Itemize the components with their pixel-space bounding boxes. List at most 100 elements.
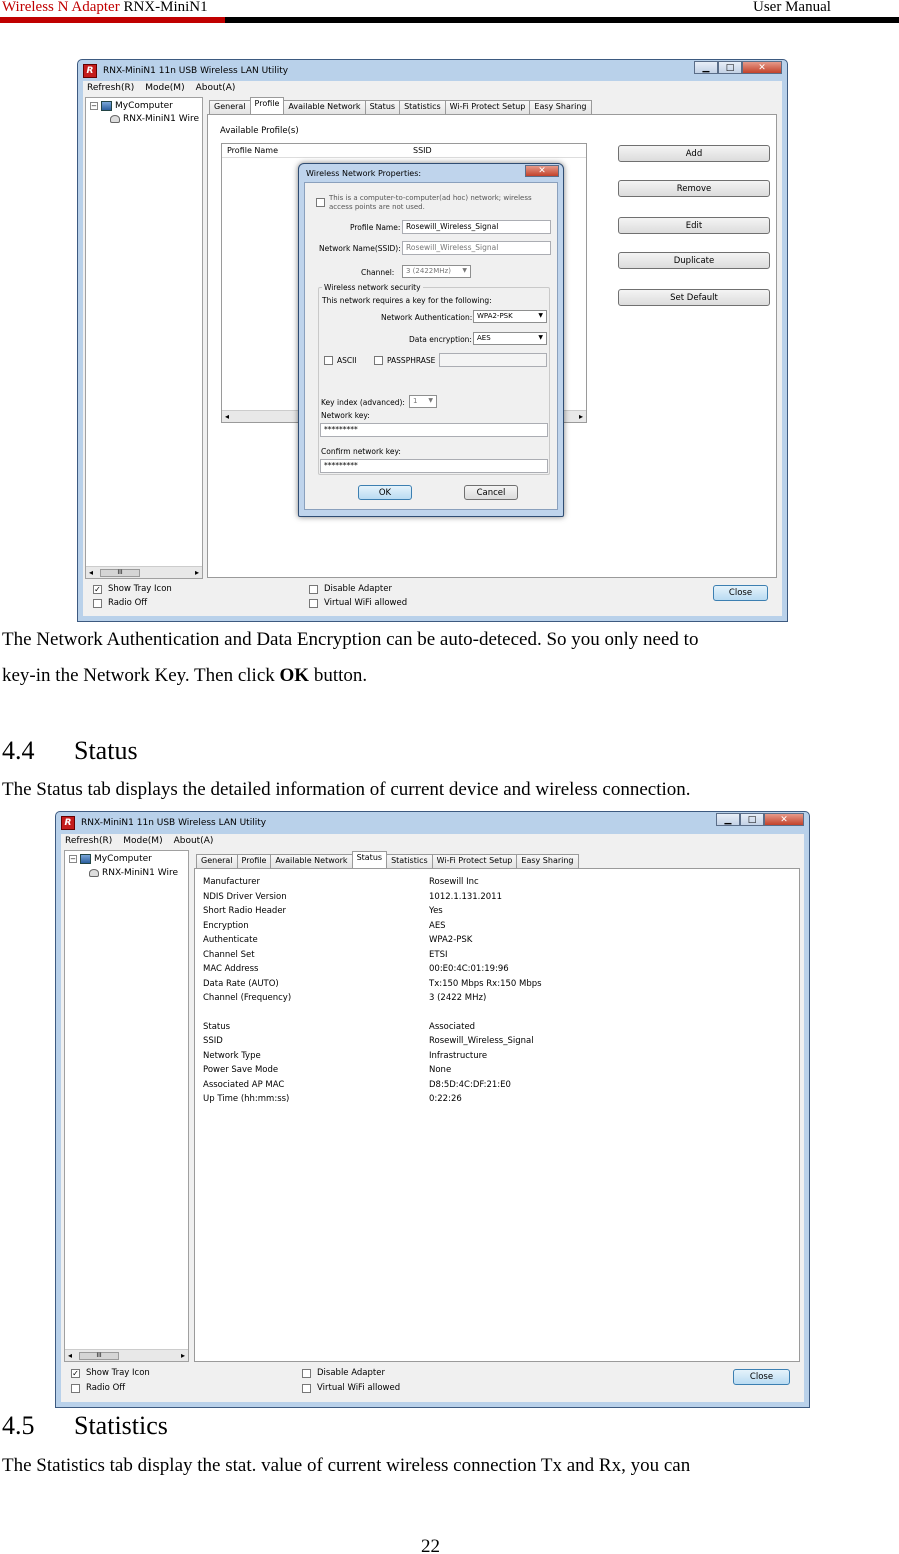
scroll-right-icon[interactable]: ▸ bbox=[181, 1351, 185, 1360]
menu-refresh[interactable]: Refresh(R) bbox=[65, 836, 112, 846]
enc-select[interactable]: AES ▼ bbox=[473, 332, 547, 345]
menu-about[interactable]: About(A) bbox=[174, 836, 214, 846]
disable-adapter-option[interactable]: Disable Adapter bbox=[302, 1368, 385, 1378]
tab-profile[interactable]: Profile bbox=[249, 97, 285, 114]
status-field-label: Associated AP MAC bbox=[203, 1079, 285, 1090]
virtual-wifi-option[interactable]: Virtual WiFi allowed bbox=[309, 598, 407, 608]
app-logo-icon: R bbox=[83, 64, 97, 78]
tab-status[interactable]: Status bbox=[351, 851, 388, 868]
col-profile-name[interactable]: Profile Name bbox=[227, 146, 278, 155]
network-name-input[interactable]: Rosewill_Wireless_Signal bbox=[402, 241, 551, 255]
tab-profile[interactable]: Profile bbox=[236, 854, 272, 868]
remove-button[interactable]: Remove bbox=[618, 180, 770, 197]
duplicate-button[interactable]: Duplicate bbox=[618, 252, 770, 269]
window-titlebar[interactable]: R RNX-MiniN1 11n USB Wireless LAN Utilit… bbox=[83, 62, 288, 80]
show-tray-icon-label: Show Tray Icon bbox=[86, 1368, 150, 1378]
close-window-button[interactable]: ✕ bbox=[742, 61, 782, 74]
ok-button[interactable]: OK bbox=[358, 485, 412, 500]
tab-general[interactable]: General bbox=[196, 854, 238, 868]
tab-statistics[interactable]: Statistics bbox=[399, 100, 446, 114]
minimize-button[interactable]: ▁ bbox=[716, 813, 740, 826]
window-titlebar[interactable]: R RNX-MiniN1 11n USB Wireless LAN Utilit… bbox=[61, 814, 266, 832]
close-button[interactable]: Close bbox=[713, 585, 768, 601]
tab-available-network[interactable]: Available Network bbox=[270, 854, 353, 868]
tab-status[interactable]: Status bbox=[364, 100, 401, 114]
scroll-right-icon[interactable]: ▸ bbox=[579, 412, 583, 421]
auth-label: Network Authentication: bbox=[381, 313, 473, 322]
checkbox[interactable] bbox=[302, 1383, 311, 1393]
window-title: RNX-MiniN1 11n USB Wireless LAN Utility bbox=[81, 818, 267, 828]
scroll-left-icon[interactable]: ◂ bbox=[89, 568, 93, 577]
tab-available-network[interactable]: Available Network bbox=[283, 100, 366, 114]
adhoc-checkbox[interactable] bbox=[316, 198, 325, 207]
status-field-label: Encryption bbox=[203, 920, 249, 931]
key-index-select[interactable]: 1 ▼ bbox=[409, 395, 437, 408]
channel-select[interactable]: 3 (2422MHz) ▼ bbox=[402, 265, 471, 278]
auth-value: WPA2-PSK bbox=[477, 312, 513, 320]
edit-button[interactable]: Edit bbox=[618, 217, 770, 234]
collapse-icon[interactable]: − bbox=[90, 102, 98, 110]
tab-wps[interactable]: Wi-Fi Protect Setup bbox=[431, 854, 518, 868]
radio-off-option[interactable]: Radio Off bbox=[93, 598, 147, 608]
checkbox[interactable] bbox=[309, 584, 318, 594]
add-button[interactable]: Add bbox=[618, 145, 770, 162]
profile-name-input[interactable]: Rosewill_Wireless_Signal bbox=[402, 220, 551, 234]
passphrase-input[interactable] bbox=[439, 353, 547, 367]
scroll-thumb[interactable]: III bbox=[100, 569, 140, 577]
scroll-right-icon[interactable]: ▸ bbox=[195, 568, 199, 577]
checkbox[interactable] bbox=[93, 598, 102, 608]
minimize-button[interactable]: ▁ bbox=[694, 61, 718, 74]
passphrase-checkbox[interactable] bbox=[374, 356, 383, 365]
auth-select[interactable]: WPA2-PSK ▼ bbox=[473, 310, 547, 323]
show-tray-icon-option[interactable]: ✓ Show Tray Icon bbox=[93, 584, 172, 594]
tree-hscrollbar[interactable]: ◂ III ▸ bbox=[86, 566, 202, 578]
maximize-button[interactable]: □ bbox=[718, 61, 742, 74]
tab-wps[interactable]: Wi-Fi Protect Setup bbox=[444, 100, 531, 114]
confirm-key-input[interactable]: ********* bbox=[320, 459, 548, 473]
tab-easy-sharing[interactable]: Easy Sharing bbox=[516, 854, 579, 868]
checkbox[interactable] bbox=[309, 598, 318, 608]
tree-hscrollbar[interactable]: ◂ III ▸ bbox=[65, 1349, 188, 1361]
header-product: Wireless N Adapter bbox=[2, 0, 120, 15]
tree-item-adapter[interactable]: RNX-MiniN1 Wire bbox=[110, 114, 199, 124]
checkbox[interactable] bbox=[71, 1383, 80, 1393]
maximize-button[interactable]: □ bbox=[740, 813, 764, 826]
menu-about[interactable]: About(A) bbox=[196, 83, 236, 93]
set-default-button[interactable]: Set Default bbox=[618, 289, 770, 306]
checkbox-checked[interactable]: ✓ bbox=[71, 1368, 80, 1378]
col-ssid[interactable]: SSID bbox=[413, 146, 432, 155]
collapse-icon[interactable]: − bbox=[69, 855, 77, 863]
status-field-value: Tx:150 Mbps Rx:150 Mbps bbox=[429, 978, 542, 989]
scroll-left-icon[interactable]: ◂ bbox=[68, 1351, 72, 1360]
menu-mode[interactable]: Mode(M) bbox=[123, 836, 162, 846]
tree-root-label: MyComputer bbox=[94, 854, 152, 864]
scroll-thumb[interactable]: III bbox=[79, 1352, 119, 1360]
tree-item-mycomputer[interactable]: − MyComputer bbox=[90, 101, 173, 111]
cancel-button[interactable]: Cancel bbox=[464, 485, 518, 500]
dialog-close-button[interactable]: ✕ bbox=[525, 165, 559, 177]
tab-easy-sharing[interactable]: Easy Sharing bbox=[529, 100, 592, 114]
header-rule-accent bbox=[0, 17, 225, 23]
status-field-label: NDIS Driver Version bbox=[203, 891, 287, 902]
scroll-left-icon[interactable]: ◂ bbox=[225, 412, 229, 421]
network-key-input[interactable]: ********* bbox=[320, 423, 548, 437]
virtual-wifi-option[interactable]: Virtual WiFi allowed bbox=[302, 1383, 400, 1393]
tab-statistics[interactable]: Statistics bbox=[386, 854, 433, 868]
close-button[interactable]: Close bbox=[733, 1369, 790, 1385]
show-tray-icon-option[interactable]: ✓ Show Tray Icon bbox=[71, 1368, 150, 1378]
menu-mode[interactable]: Mode(M) bbox=[145, 83, 184, 93]
disable-adapter-option[interactable]: Disable Adapter bbox=[309, 584, 392, 594]
tree-item-adapter[interactable]: RNX-MiniN1 Wire bbox=[89, 868, 178, 878]
section-number: 4.5 bbox=[2, 1411, 35, 1440]
radio-off-option[interactable]: Radio Off bbox=[71, 1383, 125, 1393]
checkbox[interactable] bbox=[302, 1368, 311, 1378]
tab-general[interactable]: General bbox=[209, 100, 251, 114]
checkbox-checked[interactable]: ✓ bbox=[93, 584, 102, 594]
menu-refresh[interactable]: Refresh(R) bbox=[87, 83, 134, 93]
ascii-label: ASCII bbox=[337, 356, 357, 365]
tree-item-mycomputer[interactable]: − MyComputer bbox=[69, 854, 152, 864]
header-model: RNX-MiniN1 bbox=[119, 0, 208, 15]
close-window-button[interactable]: ✕ bbox=[764, 813, 804, 826]
adapter-icon bbox=[89, 869, 99, 877]
ascii-checkbox[interactable] bbox=[324, 356, 333, 365]
